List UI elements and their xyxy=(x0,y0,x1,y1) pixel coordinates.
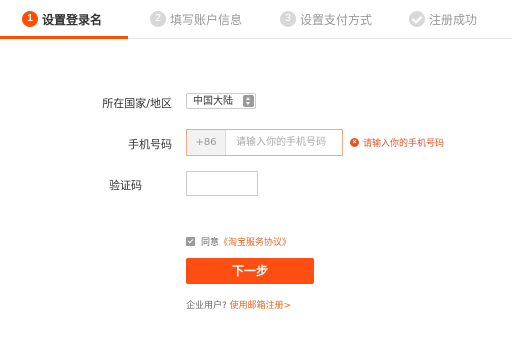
agree-text: 同意 xyxy=(201,238,220,248)
service-agreement-link[interactable]: 《淘宝服务协议》 xyxy=(219,235,291,248)
country-value: 中国大陆 xyxy=(193,96,233,107)
select-arrows-icon xyxy=(243,95,254,107)
next-step-button[interactable]: 下一步 xyxy=(186,258,314,284)
verification-code-input[interactable] xyxy=(186,171,258,196)
error-icon: × xyxy=(350,138,359,147)
phone-prefix[interactable]: +86 xyxy=(187,130,226,155)
step-2-number: 2 xyxy=(150,11,166,27)
phone-error-text: 请输入你的手机号码 xyxy=(363,139,445,149)
active-step-indicator xyxy=(0,36,128,39)
step-3-number: 3 xyxy=(280,11,296,27)
phone-error-hint: × 请输入你的手机号码 xyxy=(350,136,444,149)
step-2: 2 填写账户信息 xyxy=(150,9,242,29)
step-1-number: 1 xyxy=(22,11,38,27)
step-3: 3 设置支付方式 xyxy=(280,9,372,29)
step-1-label: 设置登录名 xyxy=(42,12,103,27)
step-4: 注册成功 xyxy=(409,9,477,29)
step-2-label: 填写账户信息 xyxy=(170,12,243,27)
check-icon xyxy=(409,11,425,27)
step-3-label: 设置支付方式 xyxy=(300,12,373,27)
phone-input[interactable] xyxy=(226,130,340,155)
step-4-label: 注册成功 xyxy=(429,12,478,27)
enterprise-question: 企业用户? xyxy=(186,301,227,311)
registration-steps: 1 设置登录名 2 填写账户信息 3 设置支付方式 注册成功 xyxy=(0,0,512,39)
agree-checkbox[interactable] xyxy=(186,237,195,246)
enterprise-row: 企业用户? 使用邮箱注册> xyxy=(186,298,291,311)
country-select[interactable]: 中国大陆 xyxy=(186,93,256,109)
phone-field: +86 xyxy=(186,129,343,156)
email-register-link[interactable]: 使用邮箱注册> xyxy=(230,301,292,311)
country-label: 所在国家/地区 xyxy=(102,97,172,110)
step-1: 1 设置登录名 xyxy=(22,9,102,29)
phone-label: 手机号码 xyxy=(128,138,172,151)
agreement-row: 同意 《淘宝服务协议》 xyxy=(186,235,291,248)
code-label: 验证码 xyxy=(109,179,142,192)
